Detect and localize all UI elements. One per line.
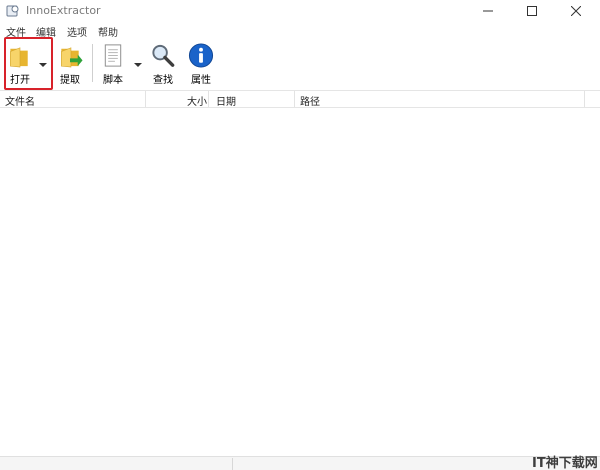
menu-bar: 文件 编辑 选项 帮助 — [0, 22, 600, 39]
close-button[interactable] — [554, 0, 598, 22]
title-bar[interactable]: InnoExtractor — [0, 0, 600, 22]
column-divider[interactable] — [584, 91, 585, 107]
properties-button[interactable]: 属性 — [186, 40, 216, 86]
column-header-size[interactable]: 大小 — [187, 93, 207, 108]
script-label: 脚本 — [103, 75, 123, 86]
properties-label: 属性 — [191, 75, 211, 86]
status-bar-divider — [232, 458, 233, 470]
info-icon — [188, 43, 214, 68]
app-icon — [6, 5, 19, 17]
extract-button[interactable]: 提取 — [54, 40, 86, 86]
find-button[interactable]: 查找 — [148, 40, 178, 86]
status-bar — [0, 456, 600, 470]
column-header-filename[interactable]: 文件名 — [5, 93, 35, 108]
maximize-button[interactable] — [510, 0, 554, 22]
minimize-button[interactable] — [466, 0, 510, 22]
script-button[interactable]: 脚本 — [98, 40, 128, 86]
app-window: InnoExtractor 文件 编辑 选项 帮助 打开 提取 脚本 查找 属性… — [0, 0, 600, 470]
column-header-path[interactable]: 路径 — [300, 93, 320, 108]
file-list-header: 文件名 大小 日期 路径 — [0, 90, 600, 108]
close-icon — [571, 6, 581, 16]
column-divider[interactable] — [145, 91, 146, 107]
magnifier-icon — [152, 44, 175, 67]
document-icon — [104, 44, 122, 67]
watermark: IT神下载网 — [532, 456, 598, 470]
find-label: 查找 — [153, 75, 173, 86]
toolbar-separator — [92, 44, 93, 82]
menu-help[interactable]: 帮助 — [98, 24, 118, 39]
column-header-date[interactable]: 日期 — [216, 93, 236, 108]
open-button-highlight — [4, 37, 53, 90]
minimize-icon — [483, 10, 493, 12]
script-dropdown-arrow-icon[interactable] — [133, 60, 143, 70]
window-title: InnoExtractor — [26, 4, 101, 17]
maximize-icon — [527, 6, 537, 16]
menu-options[interactable]: 选项 — [67, 24, 87, 39]
extract-label: 提取 — [60, 75, 80, 86]
column-divider[interactable] — [294, 91, 295, 107]
column-divider[interactable] — [208, 91, 209, 107]
extract-folder-icon — [61, 47, 83, 68]
file-list[interactable] — [0, 108, 600, 458]
toolbar: 打开 提取 脚本 查找 属性 — [0, 38, 600, 88]
